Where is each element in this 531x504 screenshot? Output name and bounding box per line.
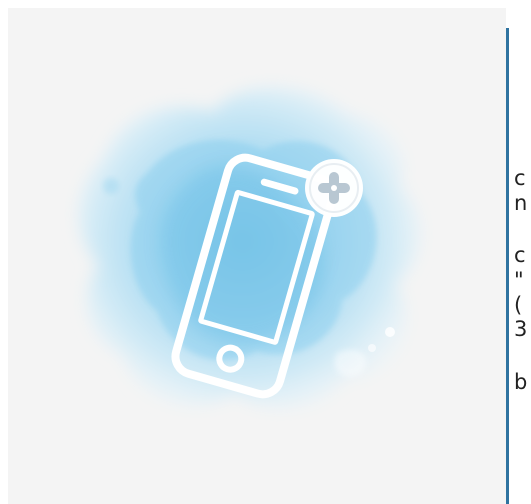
phone-watercolor-illustration [78,87,421,409]
page: c n c " ( 3 b [0,0,531,504]
truncated-text-column: c n c " ( 3 b [509,8,531,504]
side-text-line-2: n [514,191,528,215]
watercolor-splash [78,87,421,409]
side-text-line-6: 3 [514,317,528,341]
side-text-line-4: " [514,268,524,292]
illustration-panel [8,8,506,504]
side-text-line-3: c [514,243,526,267]
plus-icon [305,159,363,217]
side-text-line-7: b [514,370,528,394]
side-text-line-5: ( [514,293,523,317]
side-text-line-1: c [514,166,526,190]
